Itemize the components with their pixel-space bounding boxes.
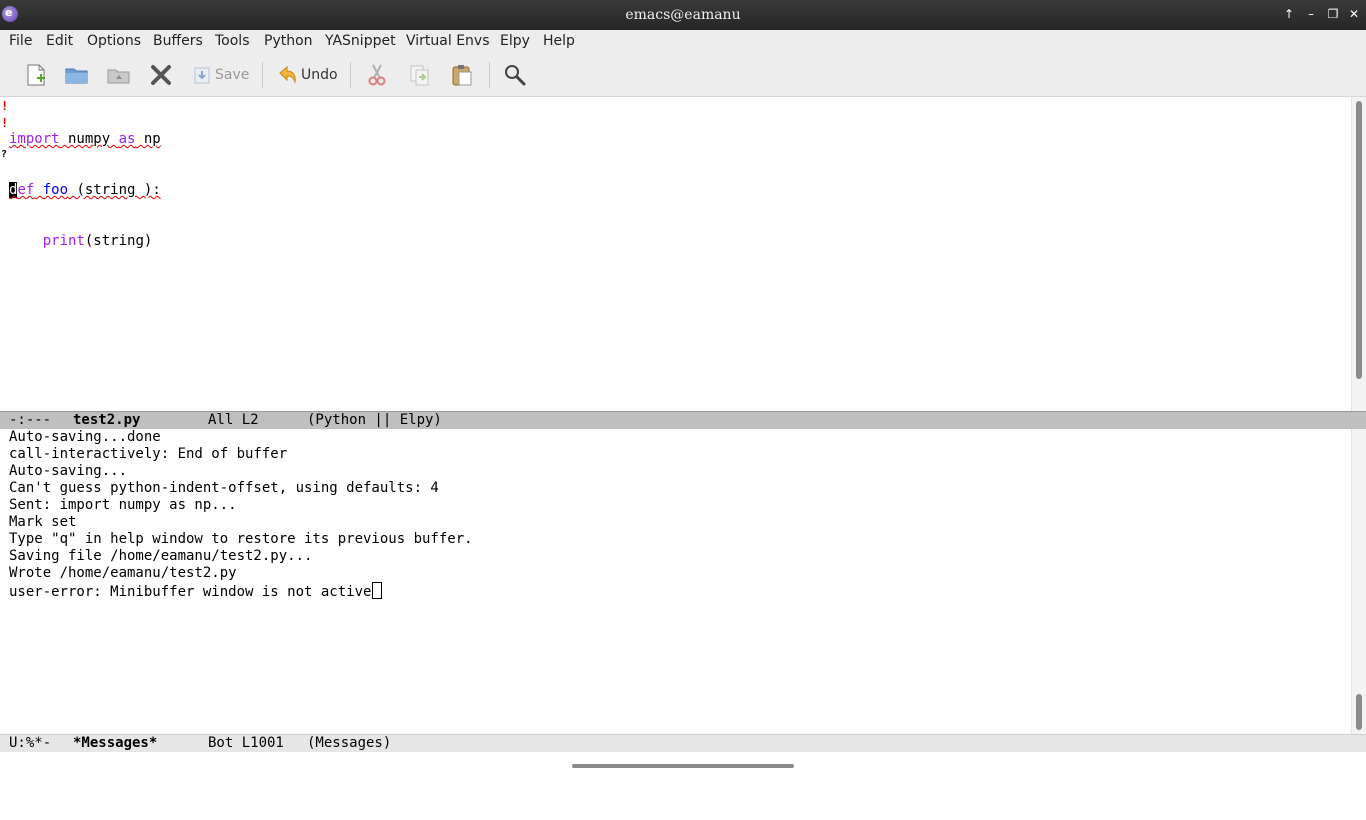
code-area[interactable]: import numpy as np def foo (string ): pr… [9,97,161,284]
messages-window[interactable]: Auto-saving...done call-interactively: E… [0,429,1366,734]
code-line-3: print(string) [42,233,153,249]
paste-icon [452,65,472,86]
close-icon[interactable]: ✕ [1346,6,1362,22]
menu-virtual-envs[interactable]: Virtual Envs [406,33,490,49]
copy-button[interactable] [408,63,430,87]
save-label: Save [215,67,250,83]
messages-scrollbar[interactable] [1351,429,1366,734]
toolbar-separator [262,62,263,88]
close-buffer-icon [151,65,171,85]
menu-python[interactable]: Python [264,33,313,49]
editor-window[interactable]: ! ! ? import numpy as np def foo (string… [0,97,1366,411]
buffer-status: -:--- [9,412,52,428]
hollow-cursor [372,582,383,599]
toolbar-separator [350,62,351,88]
window-up-icon[interactable]: ↑ [1281,6,1297,22]
menu-tools[interactable]: Tools [215,33,250,49]
menu-buffers[interactable]: Buffers [153,33,203,49]
message-line: Wrote /home/eamanu/test2.py [9,565,237,581]
undo-label: Undo [301,67,338,83]
message-line: Sent: import numpy as np... [9,497,237,513]
messages-scrollbar-thumb[interactable] [1356,694,1362,730]
new-file-icon [27,64,45,86]
menu-bar: File Edit Options Buffers Tools Python Y… [0,30,1366,52]
echo-area[interactable] [0,752,1366,768]
save-button[interactable]: Save [193,63,249,87]
undo-icon [279,65,296,84]
open-directory-button[interactable] [107,63,131,87]
undo-button[interactable]: Undo [277,63,338,87]
message-line: Can't guess python-indent-offset, using … [9,480,439,496]
menu-edit[interactable]: Edit [46,33,73,49]
messages-log: Auto-saving...done call-interactively: E… [9,429,473,600]
save-icon [194,67,210,84]
fringe-end-marker: ? [1,149,8,160]
scissors-icon [368,64,386,86]
toolbar-separator [489,62,490,88]
message-line-last: user-error: Minibuffer window is not act… [9,582,473,600]
code-line-1: import numpy as np [9,131,161,147]
message-line: Mark set [9,514,77,530]
copy-icon [410,65,429,86]
message-line: Saving file /home/eamanu/test2.py... [9,548,313,564]
editor-scrollbar-thumb[interactable] [1356,101,1362,379]
major-mode[interactable]: (Python || Elpy) [307,412,442,429]
mode-line-messages[interactable]: U:%*- *Messages* Bot L1001 (Messages) [0,734,1366,752]
buffer-name[interactable]: test2.py [73,412,140,429]
window-title: emacs@eamanu [625,7,741,23]
menu-elpy[interactable]: Elpy [500,33,530,49]
horizontal-scrollbar-thumb[interactable] [572,764,794,768]
mode-line-editor[interactable]: -:--- test2.py All L2 (Python || Elpy) [0,411,1366,429]
menu-yasnippet[interactable]: YASnippet [325,33,396,49]
buffer-name[interactable]: *Messages* [73,735,157,752]
minimize-icon[interactable]: – [1303,6,1319,22]
cut-button[interactable] [366,63,388,87]
editor-scrollbar[interactable] [1351,97,1366,411]
maximize-icon[interactable]: ❐ [1325,6,1341,22]
new-file-button[interactable] [25,63,47,87]
message-line: Auto-saving... [9,463,128,479]
code-line-2: def foo (string ): [9,182,161,198]
buffer-position: Bot L1001 [208,735,284,751]
major-mode[interactable]: (Messages) [307,735,391,752]
fringe-error-marker: ! [1,116,9,130]
folder-icon [107,69,130,84]
buffer-status: U:%*- [9,735,52,751]
buffer-position: All L2 [208,412,259,428]
paste-button[interactable] [450,63,474,87]
menu-file[interactable]: File [9,33,32,49]
search-icon [505,65,526,86]
message-line: call-interactively: End of buffer [9,446,288,462]
title-bar: e emacs@eamanu ↑ – ❐ ✕ [0,0,1366,30]
open-file-button[interactable] [65,63,89,87]
kill-buffer-button[interactable] [149,63,173,87]
search-button[interactable] [503,63,527,87]
tool-bar: Save Undo [0,52,1366,97]
menu-options[interactable]: Options [87,33,141,49]
message-line: Type "q" in help window to restore its p… [9,531,473,547]
menu-help[interactable]: Help [543,33,575,49]
fringe-error-marker: ! [1,99,9,113]
folder-open-icon [65,68,88,84]
message-line: Auto-saving...done [9,429,161,445]
